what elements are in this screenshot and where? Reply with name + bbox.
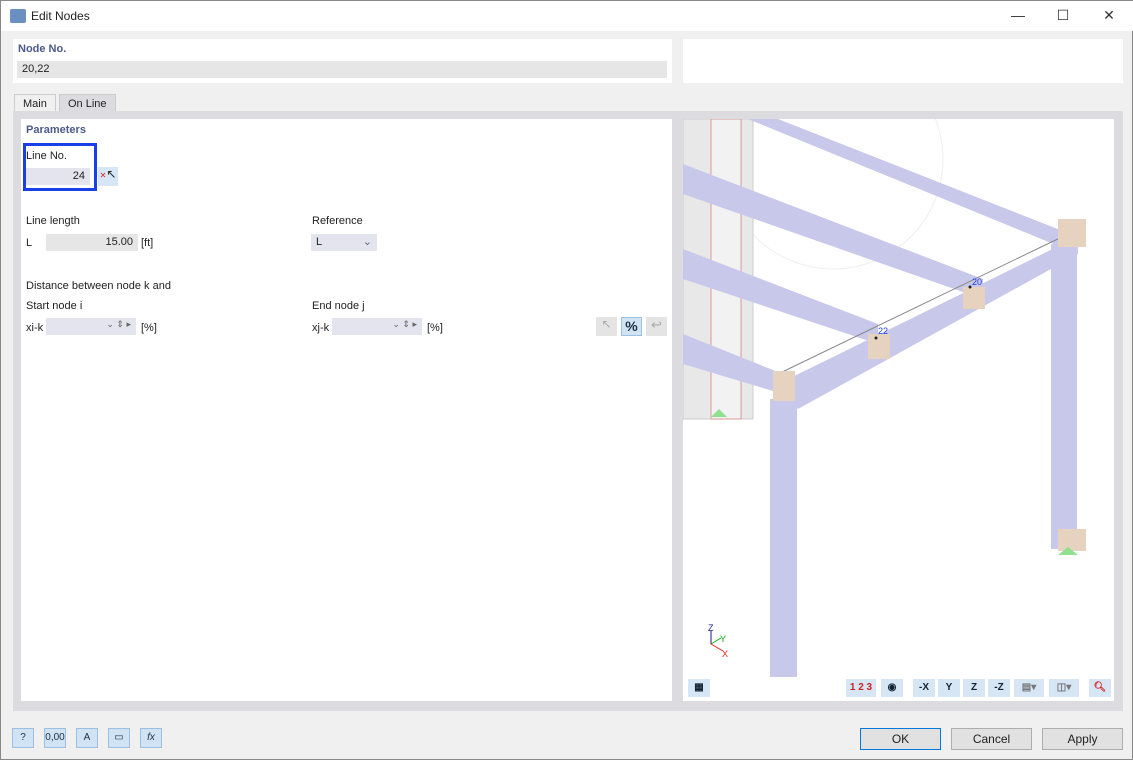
start-symbol: xi-k <box>26 322 44 334</box>
structure-model: 20 22 Z Y X <box>683 119 1086 677</box>
column <box>1051 244 1077 549</box>
svg-text:Y: Y <box>720 634 726 644</box>
ok-button[interactable]: OK <box>860 728 941 750</box>
minimize-button[interactable]: — <box>1008 7 1028 25</box>
numbering-button[interactable]: 1 2 3 <box>846 679 876 697</box>
end-symbol: xj-k <box>312 322 330 334</box>
connection <box>773 371 795 401</box>
reference-select[interactable]: L ⌄ <box>311 234 377 251</box>
percent-toggle[interactable]: % <box>621 317 642 336</box>
view-minus-z-button[interactable]: -Z <box>988 679 1010 697</box>
column <box>770 399 797 677</box>
close-button[interactable]: ✕ <box>1099 7 1119 25</box>
chevron-down-icon: ⌄ <box>362 236 372 248</box>
reference-value: L <box>316 236 323 248</box>
iso-view-icon[interactable]: ◫▾ <box>1049 679 1079 697</box>
help-icon[interactable]: ? <box>12 728 34 748</box>
end-node-label: End node j <box>312 300 365 312</box>
end-distance-input[interactable]: ⌄ ⇕ ▸ <box>332 318 422 335</box>
window-title: Edit Nodes <box>31 9 90 23</box>
reference-label: Reference <box>312 215 363 227</box>
node-label-20: 20 <box>972 277 982 287</box>
zoom-reset-icon[interactable]: 🔍︎ <box>1089 679 1111 697</box>
cancel-button[interactable]: Cancel <box>951 728 1032 750</box>
line-no-input[interactable]: 24 <box>26 168 90 185</box>
node-label: Node No. <box>18 43 67 55</box>
node-label-22: 22 <box>878 326 888 336</box>
distance-label: Distance between node k and <box>26 280 171 292</box>
length-symbol: L <box>26 237 33 249</box>
connection <box>1058 219 1086 247</box>
line-length-label: Line length <box>26 215 80 227</box>
reverse-button[interactable]: ↩ <box>646 317 667 336</box>
start-node-label: Start node i <box>26 300 83 312</box>
axis-triad: Z Y X <box>708 623 728 659</box>
start-distance-input[interactable]: ⌄ ⇕ ▸ <box>46 318 136 335</box>
title-bar: Edit Nodes — ☐ ✕ <box>1 1 1133 31</box>
view-icon[interactable]: ▭ <box>108 728 130 748</box>
render-mode-icon[interactable]: ▤▾ <box>1014 679 1044 697</box>
line-length-value: 15.00 <box>46 234 138 251</box>
view-y-button[interactable]: Y <box>938 679 960 697</box>
app-icon <box>10 9 26 23</box>
parameters-heading: Parameters <box>26 124 86 136</box>
pick-point-button[interactable]: ↖ <box>596 317 617 336</box>
view-z-button[interactable]: Z <box>963 679 985 697</box>
start-unit: [%] <box>141 322 157 334</box>
visibility-icon[interactable]: ◉ <box>881 679 903 697</box>
view-minus-x-button[interactable]: -X <box>913 679 935 697</box>
parameters-panel: Parameters Line No. 24 ✕↖ Line length L … <box>21 119 672 701</box>
units-icon[interactable]: 0,00 <box>44 728 66 748</box>
pick-line-icon[interactable]: ✕↖ <box>98 167 118 186</box>
formula-icon[interactable]: fx <box>140 728 162 748</box>
info-panel <box>683 39 1123 83</box>
node-no-input[interactable]: 20,22 <box>17 61 667 78</box>
3d-view[interactable]: 20 22 Z Y X ▦ 1 2 3 ◉ -X Y Z -Z ▤▾ ◫▾ 🔍︎ <box>683 119 1114 701</box>
node-panel: Node No. 20,22 <box>13 39 672 83</box>
end-unit: [%] <box>427 322 443 334</box>
length-unit: [ft] <box>141 237 154 249</box>
view-settings-icon[interactable]: ▦ <box>688 679 710 697</box>
line-no-label: Line No. <box>26 150 67 162</box>
tab-on-line[interactable]: On Line <box>59 94 116 112</box>
svg-text:Z: Z <box>708 623 714 633</box>
text-icon[interactable]: A <box>76 728 98 748</box>
svg-text:X: X <box>722 649 728 659</box>
apply-button[interactable]: Apply <box>1042 728 1123 750</box>
tab-main[interactable]: Main <box>14 94 56 112</box>
maximize-button[interactable]: ☐ <box>1053 7 1073 25</box>
